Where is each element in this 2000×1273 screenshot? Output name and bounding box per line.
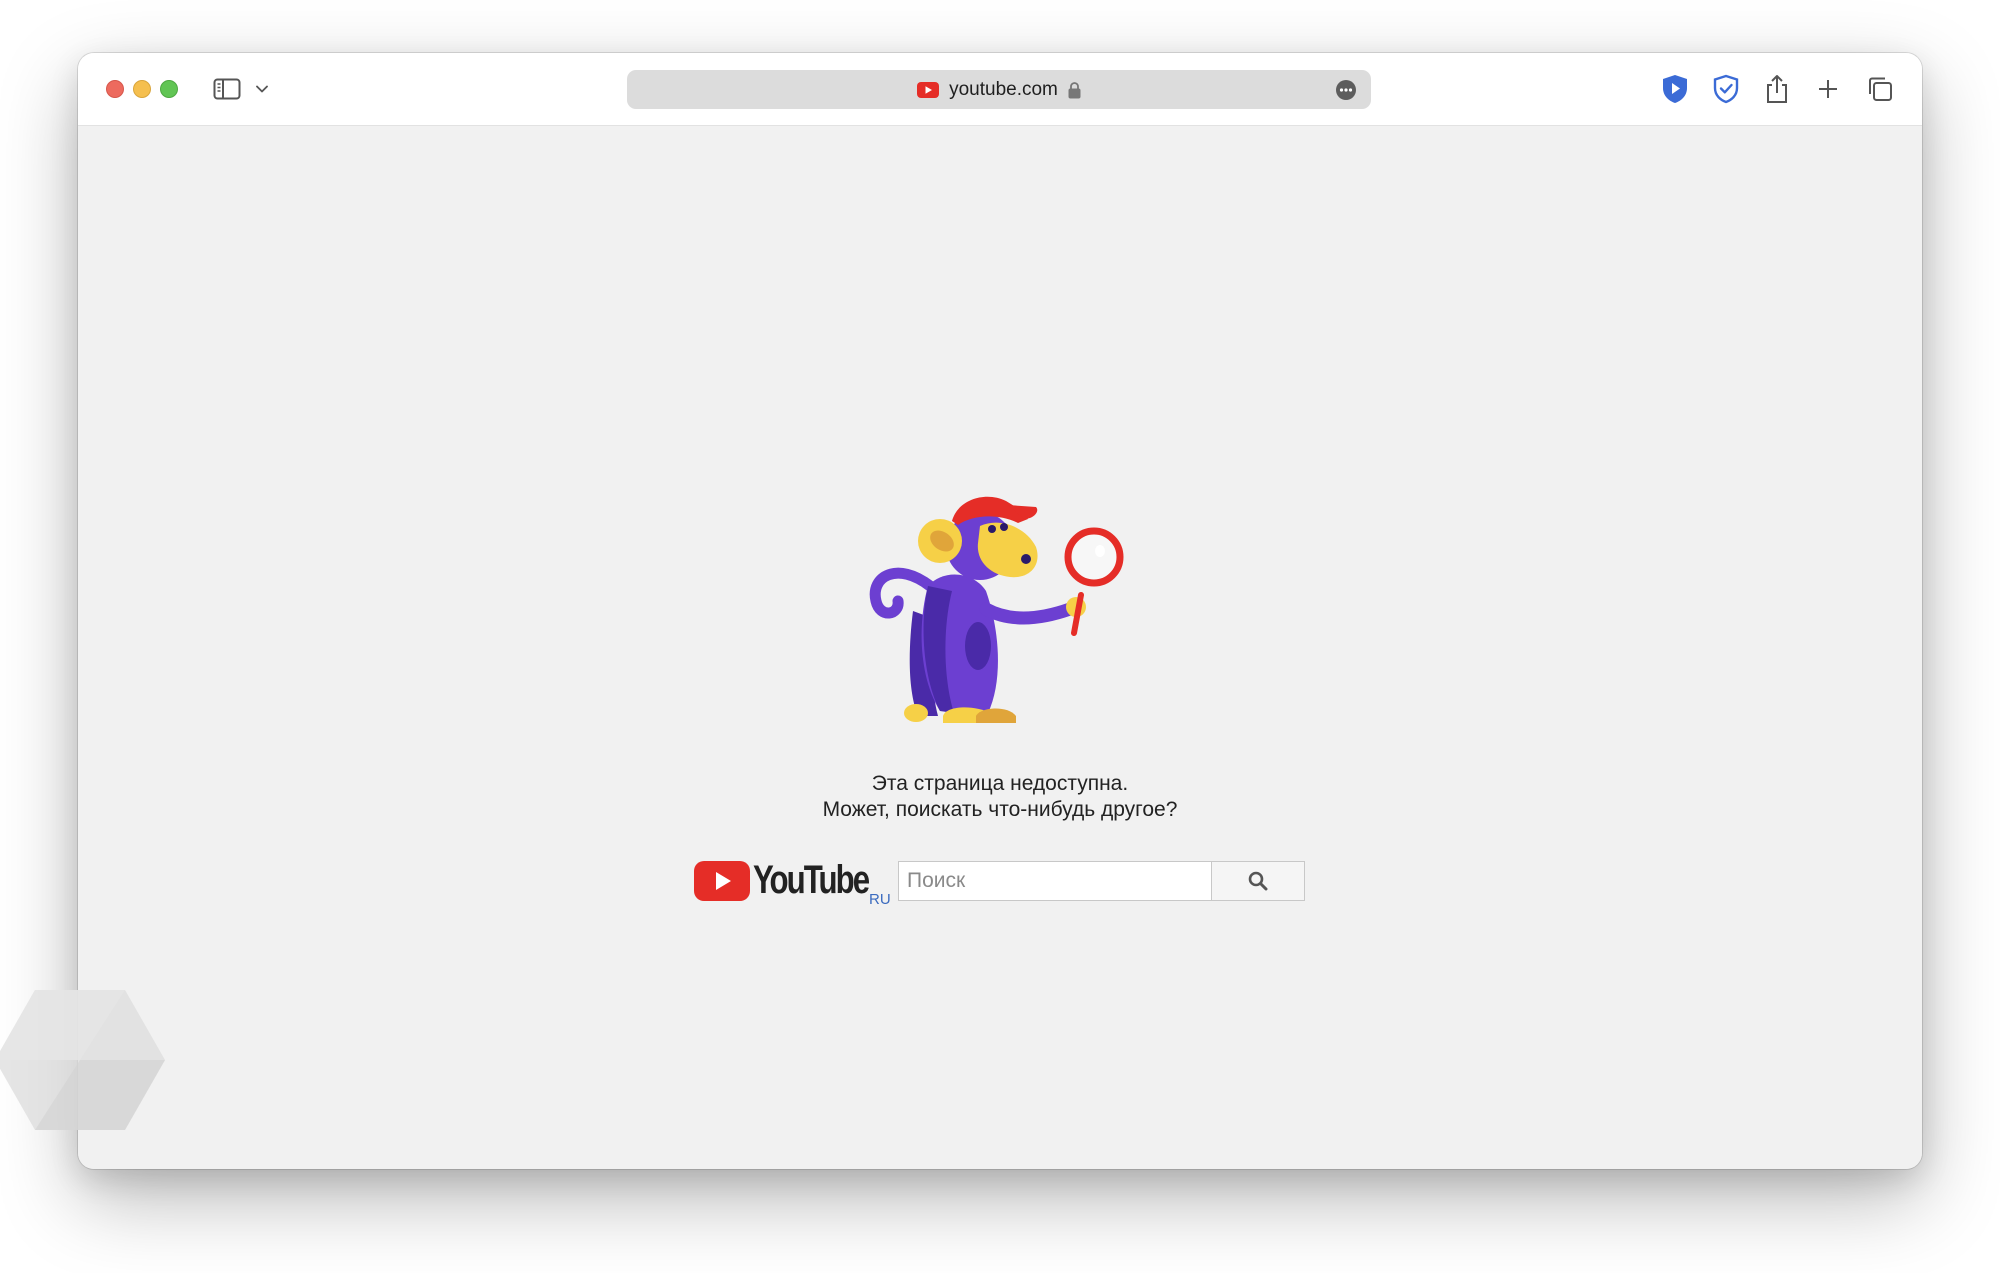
new-tab-plus-icon bbox=[1819, 80, 1837, 98]
zoom-window-button[interactable] bbox=[160, 80, 178, 98]
share-icon bbox=[1767, 75, 1787, 103]
unavailable-message: Эта страница недоступна. Может, поискать… bbox=[78, 771, 1922, 823]
tab-group-menu-button[interactable] bbox=[253, 77, 271, 101]
privacy-extension-button[interactable] bbox=[1659, 73, 1691, 105]
monkey-illustration bbox=[869, 496, 1124, 723]
address-text: youtube.com bbox=[949, 78, 1058, 100]
search-icon bbox=[1248, 871, 1268, 891]
close-window-button[interactable] bbox=[106, 80, 124, 98]
watermark-hexagon-icon bbox=[0, 990, 165, 1130]
message-line-2: Может, поискать что-нибудь другое? bbox=[822, 798, 1178, 821]
sidebar-icon bbox=[213, 78, 241, 100]
adblock-extension-button[interactable] bbox=[1710, 73, 1742, 105]
more-icon[interactable] bbox=[1335, 79, 1357, 101]
youtube-favicon-icon bbox=[917, 81, 940, 98]
message-line-1: Эта страница недоступна. bbox=[871, 772, 1129, 795]
browser-toolbar: youtube.com bbox=[78, 53, 1922, 126]
youtube-region-label: RU bbox=[869, 891, 891, 908]
tabs-overview-icon bbox=[1869, 77, 1892, 101]
lock-icon bbox=[1068, 81, 1081, 98]
chevron-down-icon bbox=[256, 85, 268, 93]
new-tab-button[interactable] bbox=[1812, 73, 1844, 105]
sidebar-toggle-button[interactable] bbox=[212, 74, 242, 104]
youtube-logo-icon bbox=[694, 861, 750, 901]
browser-window: youtube.com Эта страница недоступна. Мож… bbox=[78, 53, 1922, 1169]
tabs-overview-button[interactable] bbox=[1864, 73, 1896, 105]
address-bar[interactable]: youtube.com bbox=[627, 70, 1371, 109]
youtube-logo-text: YouTube bbox=[753, 858, 870, 902]
adblock-shield-icon bbox=[1713, 74, 1739, 104]
search-input[interactable] bbox=[898, 861, 1212, 901]
search-button[interactable] bbox=[1211, 861, 1305, 901]
privacy-shield-icon bbox=[1663, 75, 1687, 103]
youtube-logo[interactable]: YouTube RU bbox=[694, 858, 894, 911]
page-content: Эта страница недоступна. Может, поискать… bbox=[78, 126, 1922, 1169]
minimize-window-button[interactable] bbox=[133, 80, 151, 98]
share-button[interactable] bbox=[1761, 73, 1793, 105]
